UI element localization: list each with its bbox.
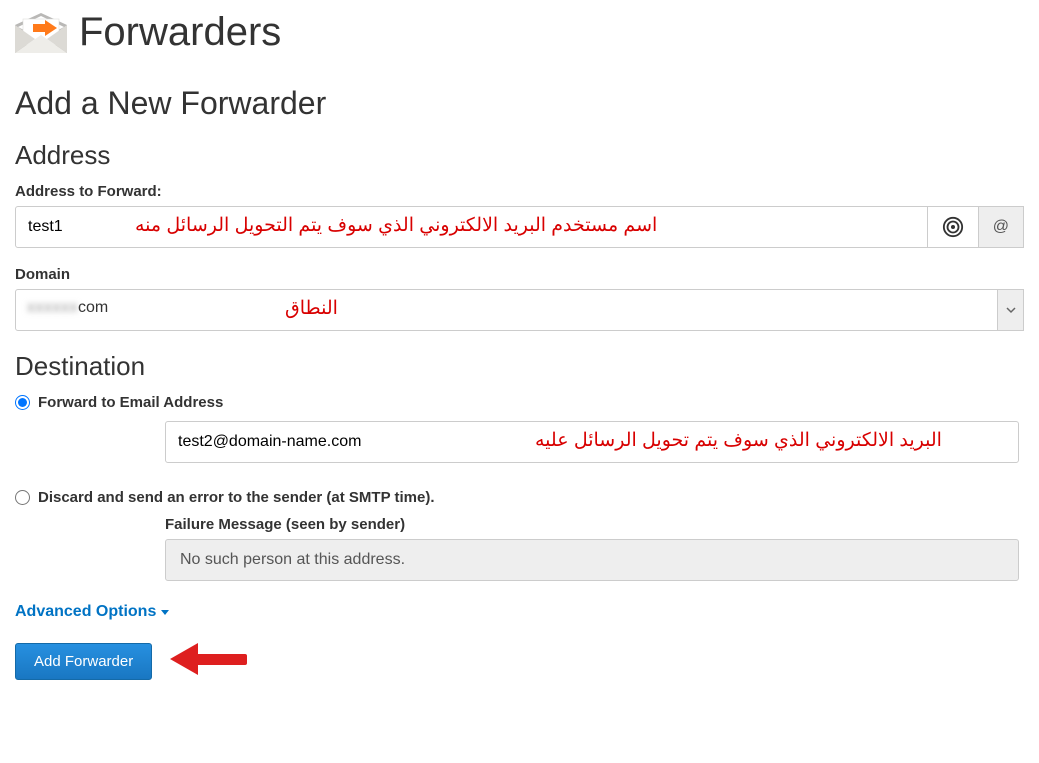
discard-radio[interactable] (15, 490, 30, 505)
forwarders-icon (15, 13, 67, 53)
advanced-options-label: Advanced Options (15, 603, 156, 621)
address-to-forward-label: Address to Forward: (15, 183, 1024, 200)
page-header: Forwarders (15, 10, 1024, 55)
page-title: Forwarders (79, 10, 281, 55)
discard-radio-row: Discard and send an error to the sender … (15, 489, 1024, 506)
advanced-options-toggle[interactable]: Advanced Options (15, 603, 169, 621)
address-input-group: اسم مستخدم البريد الالكتروني الذي سوف يت… (15, 206, 1024, 248)
forward-radio-row: Forward to Email Address (15, 394, 1024, 411)
forward-email-input[interactable] (165, 421, 1019, 463)
at-symbol-addon: @ (979, 206, 1024, 248)
forward-radio[interactable] (15, 395, 30, 410)
add-forwarder-heading: Add a New Forwarder (15, 85, 1024, 122)
domain-label: Domain (15, 266, 1024, 283)
address-to-forward-input[interactable] (15, 206, 928, 248)
add-forwarder-button[interactable]: Add Forwarder (15, 643, 152, 680)
domain-select-wrap: xxxxxxcom النطاق (15, 289, 1024, 331)
failure-message-value: No such person at this address. (165, 539, 1019, 581)
chevron-down-icon[interactable] (998, 289, 1024, 331)
discard-radio-label: Discard and send an error to the sender … (38, 489, 434, 506)
submit-row: Add Forwarder (15, 639, 1024, 684)
address-heading: Address (15, 140, 1024, 171)
domain-select[interactable] (15, 289, 998, 331)
forward-radio-label: Forward to Email Address (38, 394, 223, 411)
arrow-annotation-icon (170, 639, 250, 684)
destination-heading: Destination (15, 351, 1024, 382)
verify-icon[interactable] (928, 206, 979, 248)
caret-down-icon (161, 610, 169, 615)
failure-message-label: Failure Message (seen by sender) (165, 516, 1019, 533)
